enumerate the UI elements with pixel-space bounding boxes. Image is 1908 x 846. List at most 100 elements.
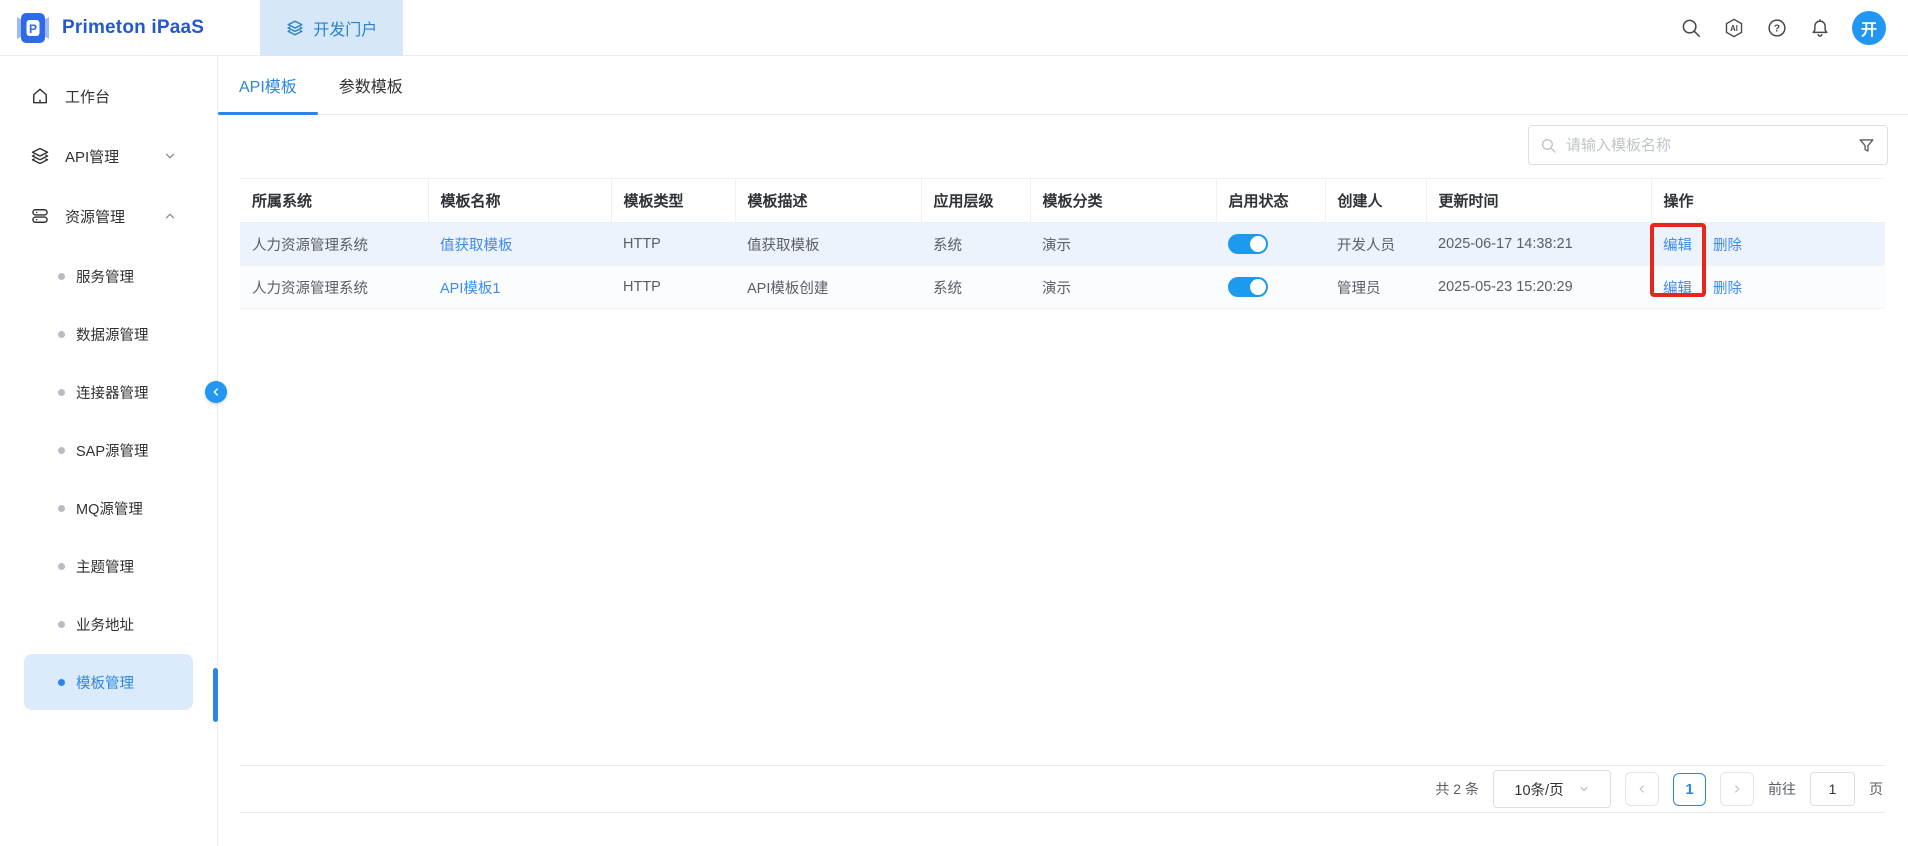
search-icon: [1540, 137, 1557, 154]
tab-label: API模板: [239, 73, 297, 97]
template-table: 所属系统 模板名称 模板类型 模板描述 应用层级 模板分类 启用状态 创建人 更…: [240, 178, 1885, 309]
portal-tab-label: 开发门户: [313, 16, 377, 40]
col-header-creator: 创建人: [1325, 179, 1426, 223]
total-count: 共 2 条: [1435, 779, 1479, 799]
topbar-actions: AI ? 开: [1680, 11, 1908, 45]
page-size-select[interactable]: 10条/页: [1493, 770, 1611, 808]
bullet-icon: [58, 679, 65, 686]
divider: [1702, 237, 1703, 251]
prev-page-button[interactable]: [1625, 772, 1659, 806]
svg-text:?: ?: [1774, 23, 1780, 34]
bullet-icon: [58, 621, 65, 628]
table-row: 人力资源管理系统 值获取模板 HTTP 值获取模板 系统 演示 开发人员 202…: [240, 223, 1885, 266]
bullet-icon: [58, 389, 65, 396]
sidebar-item-topic-management[interactable]: 主题管理: [24, 538, 193, 594]
delete-link[interactable]: 删除: [1713, 234, 1742, 255]
bullet-icon: [58, 563, 65, 570]
sidebar-item-label: SAP源管理: [76, 440, 149, 461]
divider: [1702, 280, 1703, 294]
tab-label: 参数模板: [339, 73, 403, 97]
table-row: 人力资源管理系统 API模板1 HTTP API模板创建 系统 演示 管理员 2…: [240, 266, 1885, 309]
ai-assistant-icon[interactable]: AI: [1723, 17, 1745, 39]
sidebar-collapse-button[interactable]: [205, 381, 227, 403]
sidebar-item-api-management[interactable]: API管理: [0, 126, 217, 186]
cell-creator: 开发人员: [1325, 223, 1426, 266]
sidebar-item-label: 工作台: [65, 86, 110, 107]
server-icon: [30, 206, 50, 226]
sidebar-item-label: 资源管理: [65, 206, 125, 227]
sidebar-item-sap-source-management[interactable]: SAP源管理: [24, 422, 193, 478]
bullet-icon: [58, 505, 65, 512]
cell-updated: 2025-06-17 14:38:21: [1426, 223, 1651, 266]
delete-link[interactable]: 删除: [1713, 277, 1742, 298]
chevron-left-icon: [1636, 783, 1648, 795]
sidebar-item-datasource-management[interactable]: 数据源管理: [24, 306, 193, 362]
cell-desc: 值获取模板: [735, 223, 921, 266]
page-size-value: 10条/页: [1514, 779, 1563, 800]
cell-creator: 管理员: [1325, 266, 1426, 309]
notification-bell-icon[interactable]: [1809, 17, 1831, 39]
cell-updated: 2025-05-23 15:20:29: [1426, 266, 1651, 309]
chevron-left-icon: [210, 386, 222, 398]
col-header-system: 所属系统: [240, 179, 428, 223]
home-icon: [30, 86, 50, 106]
brand-name: Primeton iPaaS: [62, 17, 204, 39]
cell-system: 人力资源管理系统: [240, 266, 428, 309]
sidebar-item-resource-management[interactable]: 资源管理: [0, 186, 217, 246]
sidebar-item-business-address[interactable]: 业务地址: [24, 596, 193, 652]
template-search-input[interactable]: [1566, 137, 1848, 154]
cell-system: 人力资源管理系统: [240, 223, 428, 266]
sidebar-item-service-management[interactable]: 服务管理: [24, 248, 193, 304]
sidebar-item-connector-management[interactable]: 连接器管理: [24, 364, 193, 420]
page-number-button[interactable]: 1: [1673, 773, 1706, 806]
col-header-actions: 操作: [1651, 179, 1885, 223]
primeton-logo-icon: P: [14, 9, 52, 47]
template-search-box: [1528, 125, 1888, 165]
template-name-link[interactable]: 值获取模板: [440, 238, 513, 254]
enable-toggle[interactable]: [1228, 234, 1268, 254]
cell-desc: API模板创建: [735, 266, 921, 309]
enable-toggle[interactable]: [1228, 277, 1268, 297]
page-unit-label: 页: [1869, 779, 1883, 799]
template-name-link[interactable]: API模板1: [440, 281, 500, 297]
sidebar-item-label: API管理: [65, 146, 119, 167]
col-header-desc: 模板描述: [735, 179, 921, 223]
user-avatar[interactable]: 开: [1852, 11, 1886, 45]
svg-text:AI: AI: [1730, 23, 1738, 32]
pagination-bar: 共 2 条 10条/页 1 前往 页: [240, 765, 1885, 813]
sidebar: 工作台 API管理: [0, 56, 218, 846]
sidebar-item-workbench[interactable]: 工作台: [0, 66, 217, 126]
help-icon[interactable]: ?: [1766, 17, 1788, 39]
chevron-right-icon: [1731, 783, 1743, 795]
edit-link[interactable]: 编辑: [1663, 234, 1692, 255]
main-content: API模板 参数模板: [218, 56, 1908, 846]
col-header-level: 应用层级: [921, 179, 1030, 223]
sidebar-item-mq-source-management[interactable]: MQ源管理: [24, 480, 193, 536]
tab-bar: API模板 参数模板: [218, 56, 1908, 115]
bullet-icon: [58, 273, 65, 280]
edit-link[interactable]: 编辑: [1663, 277, 1692, 298]
cell-category: 演示: [1030, 223, 1216, 266]
filter-funnel-icon[interactable]: [1857, 136, 1876, 155]
sidebar-item-template-management[interactable]: 模板管理: [24, 654, 193, 710]
tab-param-template[interactable]: 参数模板: [318, 56, 424, 114]
sidebar-item-label: 模板管理: [76, 672, 134, 693]
col-header-status: 启用状态: [1216, 179, 1325, 223]
table-header-row: 所属系统 模板名称 模板类型 模板描述 应用层级 模板分类 启用状态 创建人 更…: [240, 179, 1885, 223]
goto-label: 前往: [1768, 779, 1796, 799]
next-page-button[interactable]: [1720, 772, 1754, 806]
chevron-down-icon: [163, 149, 177, 163]
portal-tab-dev[interactable]: 开发门户: [260, 0, 403, 56]
sidebar-item-label: 业务地址: [76, 614, 134, 635]
chevron-down-icon: [1578, 783, 1590, 795]
topbar: P Primeton iPaaS 开发门户 AI: [0, 0, 1908, 56]
bullet-icon: [58, 447, 65, 454]
layers-icon: [286, 19, 304, 37]
cell-level: 系统: [921, 223, 1030, 266]
cell-type: HTTP: [611, 223, 735, 266]
sidebar-item-label: 数据源管理: [76, 324, 149, 345]
goto-page-input[interactable]: [1810, 772, 1855, 806]
search-icon[interactable]: [1680, 17, 1702, 39]
tab-api-template[interactable]: API模板: [218, 56, 318, 114]
sidebar-item-label: MQ源管理: [76, 498, 143, 519]
